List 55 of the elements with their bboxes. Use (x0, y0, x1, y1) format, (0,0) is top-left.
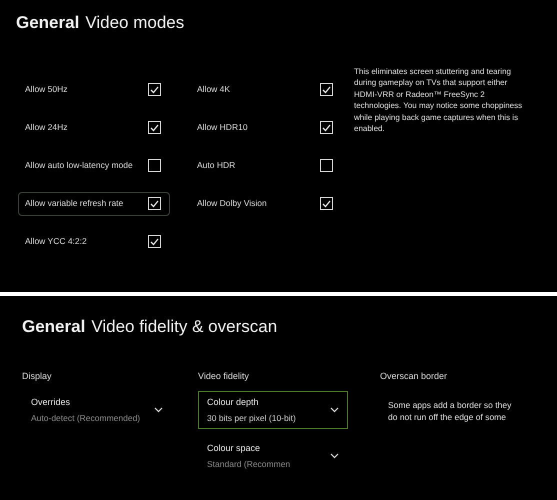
dropdown[interactable]: Overrides Auto-detect (Recommended) (22, 391, 172, 430)
setting-label: Auto HDR (197, 159, 236, 172)
setting-label: Allow variable refresh rate (25, 197, 124, 210)
description-text: This eliminates screen stuttering and tearing during gameplay on TVs that support either HDMI-VRR or Radeon™ FreeSync 2 technologies. You may notice some choppiness while playing back game captures when this is enabled. (354, 66, 524, 135)
checkmark-icon (150, 200, 159, 208)
dropdown-label: Colour space (207, 442, 262, 456)
checkbox[interactable] (148, 83, 161, 96)
checkmark-icon (322, 86, 331, 94)
setting-label: Allow 50Hz (25, 83, 68, 96)
setting-row[interactable]: Allow 4K (190, 78, 342, 102)
checkbox[interactable] (320, 121, 333, 134)
setting-row[interactable]: Allow variable refresh rate (18, 192, 170, 216)
setting-row[interactable]: Allow 24Hz (18, 116, 170, 140)
chevron-down-icon (330, 453, 339, 460)
setting-row[interactable]: Allow HDR10 (190, 116, 342, 140)
checkmark-icon (322, 200, 331, 208)
dropdown-label: Colour depth (207, 396, 260, 409)
overscan-description: Some apps add a border so they do not run off the edge of some (387, 399, 512, 423)
chevron-down-icon (330, 407, 339, 414)
checkbox[interactable] (320, 83, 333, 96)
column-heading: Overscan border (380, 370, 448, 382)
dropdown[interactable]: Colour space Standard (Recommen (198, 437, 348, 476)
setting-row[interactable]: Allow YCC 4:2:2 (18, 230, 170, 254)
checkbox[interactable] (148, 121, 161, 134)
setting-label: Allow 24Hz (25, 121, 68, 134)
checkbox[interactable] (320, 197, 333, 210)
column-heading: Display (22, 370, 53, 383)
checkmark-icon (150, 86, 159, 94)
setting-row[interactable]: Allow Dolby Vision (190, 192, 342, 216)
checkbox[interactable] (148, 197, 161, 210)
setting-row[interactable]: Allow auto low-latency mode (18, 154, 170, 178)
setting-label: Allow YCC 4:2:2 (25, 235, 87, 248)
checkbox[interactable] (148, 159, 161, 172)
setting-label: Allow Dolby Vision (197, 197, 267, 210)
dropdown-value: Auto-detect (Recommended) (31, 412, 140, 424)
setting-row[interactable]: Allow 50Hz (18, 78, 170, 102)
section-title: General (16, 12, 80, 34)
chevron-down-icon (154, 407, 163, 414)
checkbox[interactable] (320, 159, 333, 172)
setting-label: Allow 4K (197, 83, 230, 96)
dropdown-value: Standard (Recommen (207, 458, 290, 470)
dropdown-value: 30 bits per pixel (10-bit) (207, 412, 296, 424)
checkmark-icon (150, 124, 159, 132)
setting-label: Allow HDR10 (197, 121, 248, 134)
checkmark-icon (150, 238, 159, 246)
section-title: General (22, 316, 86, 338)
checkmark-icon (322, 124, 331, 132)
setting-label: Allow auto low-latency mode (25, 159, 133, 172)
dropdown-label: Overrides (31, 396, 72, 409)
page-title: Video fidelity & overscan (91, 316, 278, 338)
page-title: Video modes (85, 12, 184, 34)
column-heading: Video fidelity (198, 370, 250, 383)
setting-row[interactable]: Auto HDR (190, 154, 342, 178)
checkbox[interactable] (148, 235, 161, 248)
dropdown[interactable]: Colour depth 30 bits per pixel (10-bit) (198, 391, 348, 430)
